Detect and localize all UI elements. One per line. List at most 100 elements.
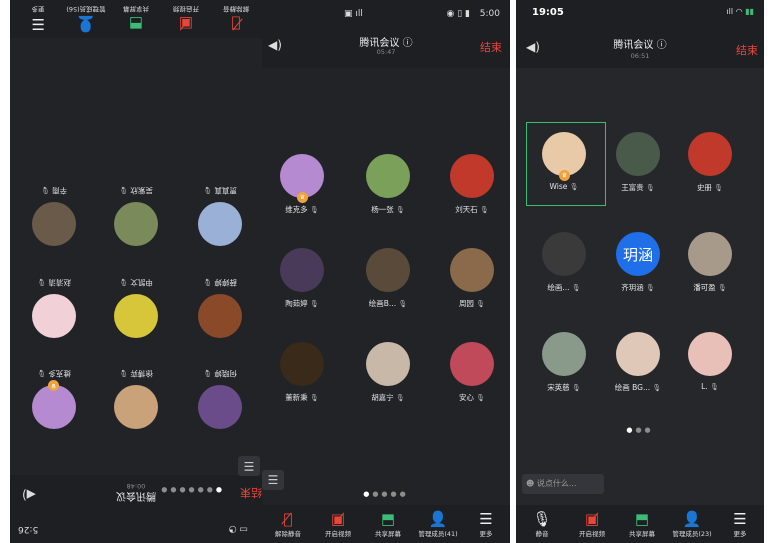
participant-avatar[interactable] (542, 232, 586, 276)
mic-muted-icon: 🎙 (307, 394, 319, 402)
toolbar-label: 解除静音 (275, 530, 301, 538)
toolbar-label: 共享屏幕 (375, 530, 401, 538)
mic-muted-icon: 🎙 (393, 394, 405, 402)
participant-name-label: 徐博弈 (130, 369, 153, 378)
participant-avatar[interactable] (688, 232, 732, 276)
participant-avatar[interactable] (32, 385, 76, 429)
mic-muted-icon: 🎙 (473, 394, 486, 402)
toolbar-mic-button[interactable]: 🎙 静音 (516, 510, 568, 538)
toolbar-label: 管理成员(23) (672, 530, 712, 538)
participant-avatar[interactable] (198, 202, 242, 246)
participant-name: 周园 🎙 (436, 298, 508, 309)
participant-avatar[interactable] (366, 154, 410, 198)
toolbar-camera-off-button[interactable]: ▣̸ 开启视频 (160, 5, 212, 33)
mic-muted-icon: 🎙 (650, 384, 662, 392)
participant-avatar[interactable] (114, 385, 158, 429)
participant-avatar[interactable] (366, 248, 410, 292)
participant-name-label: 何晓婷 (214, 369, 237, 378)
toolbar-camera-off-button[interactable]: ▣̸ 开启视频 (566, 510, 618, 538)
participant-name-label: 杨一张 (371, 205, 394, 214)
toolbar-label: 解除静音 (223, 5, 249, 13)
participant-avatar[interactable] (114, 294, 158, 338)
toolbar-label: 更多 (31, 5, 45, 13)
toolbar-share-button[interactable]: ⬒ 共享屏幕 (110, 5, 162, 33)
layout-toggle-icon[interactable]: ☰ (238, 456, 260, 476)
toolbar-members-button[interactable]: 👤 管理成员(23) (666, 510, 718, 538)
participant-avatar[interactable] (616, 132, 660, 176)
participant-name: 绘画 BG... 🎙 (602, 382, 674, 393)
toolbar-mic-off-button[interactable]: 🎙̸ 解除静音 (262, 510, 314, 538)
participant-avatar[interactable]: 玥涵 (616, 232, 660, 276)
participant-name: 薛婷婷 🎙 (184, 277, 256, 288)
toolbar-more-button[interactable]: ☰ 更多 (12, 5, 64, 33)
participant-avatar[interactable] (32, 294, 76, 338)
participant-name: 徐博弈 🎙 (100, 368, 172, 379)
mic-muted-icon: 🎙 (643, 184, 655, 192)
participant-avatar[interactable] (32, 202, 76, 246)
mic-muted-icon: 🎙 (203, 186, 215, 194)
status-bar: 5:26 ▭ ◔ (10, 513, 262, 543)
participant-avatar[interactable] (366, 342, 410, 386)
meeting-title: 腾讯会议 ⓘ (359, 38, 413, 49)
participant-name: 胡嘉宁 🎙 (352, 392, 424, 403)
mic-muted-icon: 🎙 (393, 206, 405, 214)
toolbar-label: 共享屏幕 (629, 530, 655, 538)
mic-muted-icon: 🎙 (477, 206, 489, 214)
mic-muted-icon: 🎙 (569, 284, 581, 292)
screenshot-collage: 5:26 ▭ ◔ 结束 ◀) 腾讯会议 00:48 🎙̸ 解除静音 ▣̸ 开启视频 ⬒ 共… (0, 0, 772, 543)
participant-avatar[interactable] (114, 202, 158, 246)
toolbar-label: 开启视频 (325, 530, 351, 538)
participant-avatar[interactable] (450, 342, 494, 386)
share-icon: ⬒ (128, 15, 144, 33)
camera-off-icon: ▣̸ (330, 510, 346, 528)
toolbar-members-button[interactable]: 👤 管理成员(56) (60, 5, 112, 33)
participant-avatar[interactable] (688, 132, 732, 176)
bottom-toolbar: 🎙̸ 解除静音 ▣̸ 开启视频 ⬒ 共享屏幕 👤 管理成员(56) ☰ 更多 (10, 0, 262, 38)
status-time: 5:00 (479, 9, 500, 19)
status-icons: ◉ ▯ ▮ (446, 9, 470, 19)
mic-muted-icon: 🎙 (37, 278, 49, 286)
share-icon: ⬒ (634, 510, 650, 528)
participant-avatar[interactable] (198, 294, 242, 338)
participant-avatar[interactable] (198, 385, 242, 429)
mic-muted-icon: 🎙 (203, 369, 215, 377)
participant-name: 陶茹婷 🎙 (266, 298, 338, 309)
participant-name-label: 周园 (458, 299, 474, 308)
participant-name-label: 潘可盈 (693, 283, 716, 292)
participant-avatar[interactable] (542, 332, 586, 376)
participant-avatar[interactable] (450, 154, 494, 198)
toolbar-more-button[interactable]: ☰ 更多 (714, 510, 764, 538)
participant-name: 维克多 🎙 (18, 368, 90, 379)
toolbar-camera-off-button[interactable]: ▣̸ 开启视频 (312, 510, 364, 538)
participant-name: 吴紫欣 🎙 (100, 185, 172, 196)
emoji-icon[interactable]: ☻ (526, 479, 537, 488)
toolbar-more-button[interactable]: ☰ 更多 (460, 510, 510, 538)
meeting-timer: 00:48 (126, 482, 146, 490)
members-icon: 👤 (428, 510, 448, 528)
participant-avatar[interactable] (280, 342, 324, 386)
rotated-content: 5:26 ▭ ◔ 结束 ◀) 腾讯会议 00:48 🎙̸ 解除静音 ▣̸ 开启视频 ⬒ 共… (10, 0, 262, 543)
mic-muted-icon: 🎙 (37, 369, 49, 377)
toolbar-members-button[interactable]: 👤 管理成员(41) (412, 510, 464, 538)
mic-muted-icon: 🎙 (40, 186, 53, 194)
participant-name-label: 安心 (458, 393, 474, 402)
participant-avatar[interactable] (280, 248, 324, 292)
toolbar-share-button[interactable]: ⬒ 共享屏幕 (616, 510, 668, 538)
toolbar-share-button[interactable]: ⬒ 共享屏幕 (362, 510, 414, 538)
meeting-screen-1: 5:26 ▭ ◔ 结束 ◀) 腾讯会议 00:48 🎙̸ 解除静音 ▣̸ 开启视频 ⬒ 共… (10, 0, 262, 543)
participant-name-label: 胡嘉宁 (371, 393, 394, 402)
toolbar-label: 管理成员(41) (418, 530, 458, 538)
chat-input[interactable]: ☻ 说点什么... (522, 474, 604, 494)
participant-name-label: 维克多 (285, 205, 308, 214)
participant-name-label: 维克多 (48, 369, 71, 378)
participant-avatar[interactable] (616, 332, 660, 376)
toolbar-mic-off-button[interactable]: 🎙̸ 解除静音 (210, 5, 262, 33)
participant-name: 安心 🎙 (436, 392, 508, 403)
participant-name: 维克多 🎙 (266, 204, 338, 215)
layout-toggle-icon[interactable]: ☰ (262, 470, 284, 490)
participant-avatar[interactable] (688, 332, 732, 376)
participant-name-label: 绘画 BG... (614, 383, 651, 392)
participant-avatar[interactable] (450, 248, 494, 292)
camera-off-icon: ▣̸ (178, 15, 194, 33)
mic-muted-icon: 🎙 (203, 278, 215, 286)
